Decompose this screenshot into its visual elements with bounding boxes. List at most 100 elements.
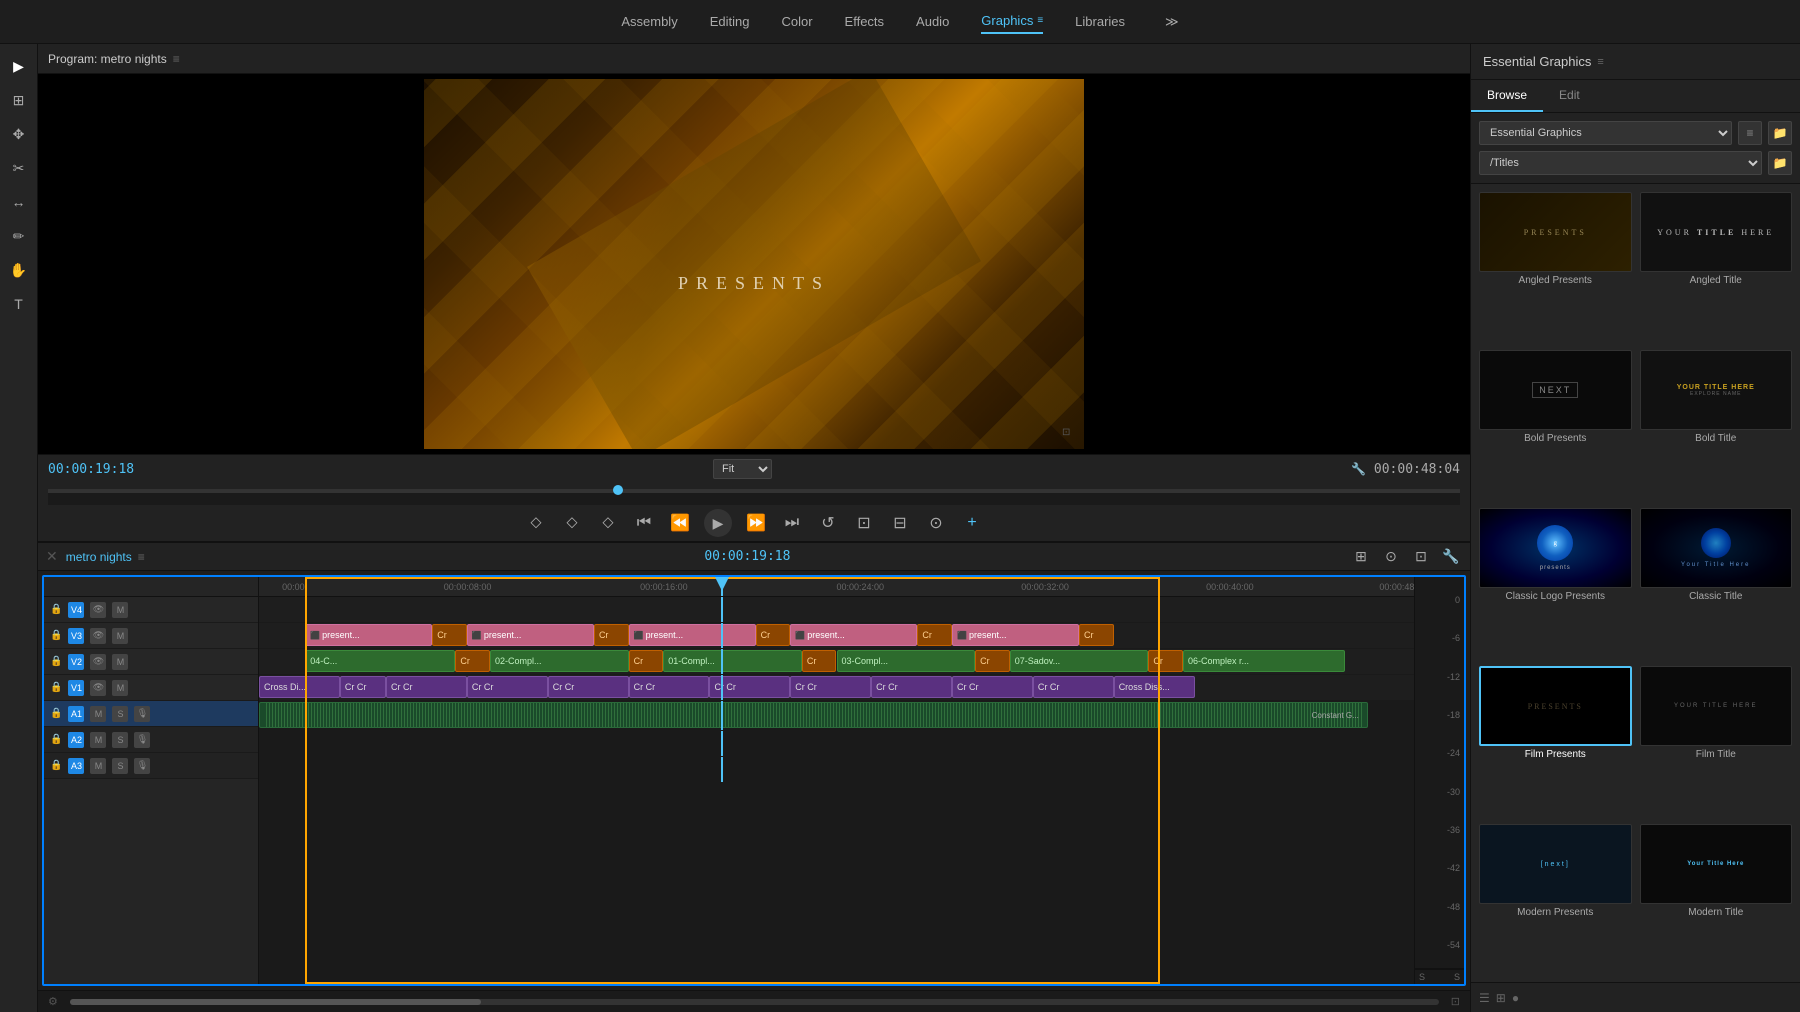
lock-icon-a1[interactable]: 🔒 xyxy=(50,708,62,719)
razor-tool-button[interactable]: ✂ xyxy=(5,154,33,182)
browse-folder-button[interactable]: 📁 xyxy=(1768,121,1792,145)
clip-v2-4[interactable]: 03-Compl... xyxy=(837,650,976,672)
graphic-item-classic-title[interactable]: Your Title Here Classic Title xyxy=(1640,508,1793,658)
bottom-list-icon[interactable]: ☰ xyxy=(1479,991,1490,1005)
track-sync-v3[interactable]: V3 xyxy=(68,628,84,644)
go-to-out-button[interactable]: ⏭ xyxy=(780,511,804,535)
sidebar-item-libraries[interactable]: Libraries xyxy=(1075,10,1125,33)
track-solo-a1[interactable]: S xyxy=(112,706,128,722)
clip-v3-1[interactable]: ⬛present... xyxy=(305,624,432,646)
timeline-timecode[interactable]: 00:00:19:18 xyxy=(704,549,790,564)
clip-v3-2[interactable]: ⬛present... xyxy=(467,624,594,646)
overwrite-button[interactable]: ⊟ xyxy=(888,511,912,535)
clip-v3-trans-5[interactable]: Cr xyxy=(1079,624,1114,646)
path-dropdown[interactable]: /Titles /Lower Thirds /All xyxy=(1479,151,1762,175)
track-eye-v4[interactable]: 👁 xyxy=(90,602,106,618)
clip-v3-trans-4[interactable]: Cr xyxy=(917,624,952,646)
clip-v3-3[interactable]: ⬛present... xyxy=(629,624,756,646)
loop-button[interactable]: ↺ xyxy=(816,511,840,535)
source-dropdown[interactable]: Essential Graphics xyxy=(1479,121,1732,145)
monitor-menu-icon[interactable]: ≡ xyxy=(173,52,180,66)
slip-tool-button[interactable]: ↔ xyxy=(5,188,33,216)
track-eye-v3[interactable]: 👁 xyxy=(90,628,106,644)
track-mic-a3[interactable]: 🎙 xyxy=(134,758,150,774)
timeline-tool-link[interactable]: ⊙ xyxy=(1380,546,1402,568)
lock-icon-a2[interactable]: 🔒 xyxy=(50,734,62,745)
graphics-menu-icon[interactable]: ≡ xyxy=(1037,15,1043,26)
track-mic-a1[interactable]: 🎙 xyxy=(134,706,150,722)
track-mute-a3[interactable]: M xyxy=(90,758,106,774)
clip-a1[interactable]: Constant G... xyxy=(259,702,1368,728)
clip-v2-trans-4[interactable]: Cr xyxy=(975,650,1010,672)
clip-v2-trans-1[interactable]: Cr xyxy=(455,650,490,672)
track-mute-a1[interactable]: M xyxy=(90,706,106,722)
lock-icon-v1[interactable]: 🔒 xyxy=(50,682,62,693)
insert-button[interactable]: ⊡ xyxy=(852,511,876,535)
track-solo-a2[interactable]: S xyxy=(112,732,128,748)
timeline-tool-settings[interactable]: 🔧 xyxy=(1440,546,1462,568)
monitor-scrubber[interactable] xyxy=(48,489,1460,505)
clip-v1-3[interactable]: Cr Cr xyxy=(386,676,467,698)
step-back-button[interactable]: ⏪ xyxy=(668,511,692,535)
current-timecode[interactable]: 00:00:19:18 xyxy=(48,462,134,477)
go-to-in-button[interactable]: ⏮ xyxy=(632,511,656,535)
track-mute-v4[interactable]: M xyxy=(112,602,128,618)
sidebar-item-graphics[interactable]: Graphics ≡ xyxy=(981,9,1043,34)
clip-v2-3[interactable]: 01-Compl... xyxy=(663,650,802,672)
graphic-item-modern-presents[interactable]: [next] Modern Presents xyxy=(1479,824,1632,974)
lock-icon-v3[interactable]: 🔒 xyxy=(50,630,62,641)
clip-v2-trans-5[interactable]: Cr xyxy=(1148,650,1183,672)
sidebar-item-effects[interactable]: Effects xyxy=(845,10,885,33)
track-mute-v1[interactable]: M xyxy=(112,680,128,696)
mark-in-button[interactable]: ⬦ xyxy=(524,511,548,535)
add-marker-button[interactable]: ⬦ xyxy=(596,511,620,535)
track-mic-a2[interactable]: 🎙 xyxy=(134,732,150,748)
select-tool-button[interactable]: ▶ xyxy=(5,52,33,80)
track-sync-v4[interactable]: V4 xyxy=(68,602,84,618)
track-sync-v2[interactable]: V2 xyxy=(68,654,84,670)
clip-v1-12[interactable]: Cross Diss... xyxy=(1114,676,1195,698)
ripple-tool-button[interactable]: ✥ xyxy=(5,120,33,148)
manage-libraries-button[interactable]: ≡ xyxy=(1738,121,1762,145)
clip-v1-5[interactable]: Cr Cr xyxy=(548,676,629,698)
graphic-item-bold-title[interactable]: YOUR TITLE HERE EXPLORE NAME Bold Title xyxy=(1640,350,1793,500)
play-button[interactable]: ▶ xyxy=(704,509,732,537)
clip-v3-5[interactable]: ⬛present... xyxy=(952,624,1079,646)
track-sync-a3[interactable]: A3 xyxy=(68,758,84,774)
sidebar-item-color[interactable]: Color xyxy=(781,10,812,33)
clip-v2-trans-2[interactable]: Cr xyxy=(629,650,664,672)
mark-out-button[interactable]: ⬦ xyxy=(560,511,584,535)
clip-v1-8[interactable]: Cr Cr xyxy=(790,676,871,698)
wrench-icon[interactable]: 🔧 xyxy=(1351,462,1366,476)
capture-button[interactable]: ⊙ xyxy=(924,511,948,535)
clip-v1-1[interactable]: Cross Di... xyxy=(259,676,340,698)
clip-v1-6[interactable]: Cr Cr xyxy=(629,676,710,698)
nav-more-button[interactable]: ≫ xyxy=(1165,14,1179,30)
track-select-tool-button[interactable]: ⊞ xyxy=(5,86,33,114)
lock-icon-v4[interactable]: 🔒 xyxy=(50,604,62,615)
clip-v2-6[interactable]: 06-Complex r... xyxy=(1183,650,1345,672)
timeline-scrollbar[interactable] xyxy=(70,999,1439,1005)
close-sequence-icon[interactable]: ✕ xyxy=(46,548,58,565)
graphic-item-classic-logo-presents[interactable]: g presents Classic Logo Presents xyxy=(1479,508,1632,658)
graphic-item-angled-presents[interactable]: Angled Presents xyxy=(1479,192,1632,342)
clip-v3-trans-3[interactable]: Cr xyxy=(756,624,791,646)
tab-browse[interactable]: Browse xyxy=(1471,80,1543,112)
hand-tool-button[interactable]: ✋ xyxy=(5,256,33,284)
step-forward-button[interactable]: ⏩ xyxy=(744,511,768,535)
track-solo-a3[interactable]: S xyxy=(112,758,128,774)
timeline-tool-snap[interactable]: ⊞ xyxy=(1350,546,1372,568)
track-sync-a1[interactable]: A1 xyxy=(68,706,84,722)
lock-icon-a3[interactable]: 🔒 xyxy=(50,760,62,771)
clip-v2-trans-3[interactable]: Cr xyxy=(802,650,837,672)
tab-edit[interactable]: Edit xyxy=(1543,80,1596,112)
track-eye-v2[interactable]: 👁 xyxy=(90,654,106,670)
pen-tool-button[interactable]: ✏ xyxy=(5,222,33,250)
new-folder-button[interactable]: 📁 xyxy=(1768,151,1792,175)
graphic-item-angled-title[interactable]: YOUR TITLE HERE Angled Title xyxy=(1640,192,1793,342)
track-sync-v1[interactable]: V1 xyxy=(68,680,84,696)
track-mute-v2[interactable]: M xyxy=(112,654,128,670)
clip-v2-2[interactable]: 02-Compl... xyxy=(490,650,629,672)
clip-v1-2[interactable]: Cr Cr xyxy=(340,676,386,698)
clip-v2-1[interactable]: 04-C... xyxy=(305,650,455,672)
